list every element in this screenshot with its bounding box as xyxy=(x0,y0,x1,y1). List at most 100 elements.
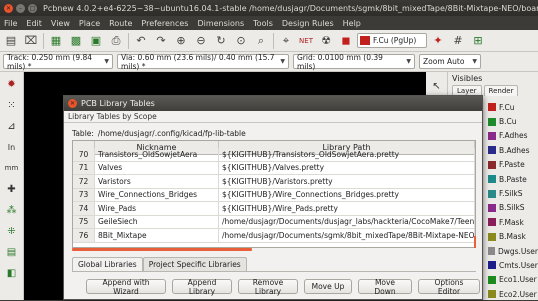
layer-color-swatch[interactable] xyxy=(488,247,495,256)
menu-preferences[interactable]: Preferences xyxy=(141,19,188,28)
table-row[interactable]: 71 Valves ${KIGITHUB}/Valves.pretty xyxy=(73,161,475,175)
row-number[interactable]: 73 xyxy=(73,188,95,201)
move-up-button[interactable]: Move Up xyxy=(304,279,352,294)
layer-pair-icon[interactable]: ◼ xyxy=(337,32,355,50)
tab-project-libraries[interactable]: Project Specific Libraries xyxy=(142,257,247,271)
nickname-cell[interactable]: 8Bit_Mixtape xyxy=(95,229,219,242)
zoom-selection-icon[interactable]: ⌕ xyxy=(252,32,270,50)
nickname-cell[interactable]: Wire_Connections_Bridges xyxy=(95,188,219,201)
nickname-cell[interactable]: Wire_Pads xyxy=(95,202,219,215)
nickname-cell[interactable]: Valves xyxy=(95,161,219,174)
window-maximize-button[interactable]: □ xyxy=(28,3,37,13)
drc-off-icon[interactable]: ✹ xyxy=(3,76,21,92)
units-inch-icon[interactable]: In xyxy=(3,139,21,155)
layer-color-swatch[interactable] xyxy=(488,146,496,155)
append-with-wizard-button[interactable]: Append with Wizard xyxy=(86,278,166,296)
move-down-button[interactable]: Move Down xyxy=(358,278,412,296)
zoom-fit-icon[interactable]: ⊙ xyxy=(232,32,250,50)
library-path-cell[interactable]: ${KIGITHUB}/Varistors.pretty xyxy=(219,175,475,188)
drc-icon[interactable]: ☢ xyxy=(317,32,335,50)
layer-color-swatch[interactable] xyxy=(488,160,496,169)
show-ratsnest-icon[interactable]: ⁂ xyxy=(3,202,21,218)
nickname-cell[interactable]: Transistors_OldSowjetAera xyxy=(95,148,219,161)
table-row[interactable]: 73 Wire_Connections_Bridges ${KIGITHUB}/Wi… xyxy=(73,188,475,202)
library-path-cell[interactable]: /home/dusjagr/Documents/dusjagr_labs/hac… xyxy=(219,215,475,228)
layer-color-swatch[interactable] xyxy=(488,203,496,212)
grid-icon[interactable]: # xyxy=(449,32,467,50)
show-zones-icon[interactable]: ◧ xyxy=(3,265,21,281)
via-size-select[interactable]: Via: 0.60 mm (23.6 mils)/ 0.40 mm (15.7 … xyxy=(117,53,289,71)
new-board-icon[interactable]: ▤ xyxy=(2,32,20,50)
layer-color-swatch[interactable] xyxy=(488,103,496,112)
layer-color-swatch[interactable] xyxy=(488,232,496,241)
menu-design-rules[interactable]: Design Rules xyxy=(282,19,334,28)
row-number[interactable]: 74 xyxy=(73,202,95,215)
microwave-icon[interactable]: ⊞ xyxy=(469,32,487,50)
library-grid[interactable]: Nickname Library Path 70 Transistors_OldS… xyxy=(72,140,476,248)
horizontal-scrollbar[interactable] xyxy=(72,248,252,251)
page-settings-icon[interactable]: ▩ xyxy=(67,32,85,50)
menu-dimensions[interactable]: Dimensions xyxy=(197,19,244,28)
table-row[interactable]: 70 Transistors_OldSowjetAera ${KIGITHUB}/T… xyxy=(73,148,475,162)
zoom-redraw-icon[interactable]: ↻ xyxy=(212,32,230,50)
zoom-in-icon[interactable]: ⊕ xyxy=(172,32,190,50)
menu-file[interactable]: File xyxy=(4,19,17,28)
layer-color-swatch[interactable] xyxy=(488,175,496,184)
library-path-cell[interactable]: ${KIGITHUB}/Valves.pretty xyxy=(219,161,475,174)
row-number[interactable]: 75 xyxy=(73,215,95,228)
undo-icon[interactable]: ↶ xyxy=(132,32,150,50)
autodelete-track-icon[interactable]: ▤ xyxy=(3,244,21,260)
layer-color-swatch[interactable] xyxy=(488,218,496,227)
row-number[interactable]: 71 xyxy=(73,161,95,174)
grid-toggle-icon[interactable]: ⁙ xyxy=(3,97,21,113)
redo-icon[interactable]: ↷ xyxy=(152,32,170,50)
library-browser-icon[interactable]: ⎙ xyxy=(107,32,125,50)
remove-library-button[interactable]: Remove Library xyxy=(238,278,298,296)
nickname-cell[interactable]: Varistors xyxy=(95,175,219,188)
menu-place[interactable]: Place xyxy=(79,19,100,28)
window-close-button[interactable]: ✕ xyxy=(4,3,13,13)
zoom-select[interactable]: Zoom Auto ▼ xyxy=(419,54,481,69)
window-minimize-button[interactable]: – xyxy=(16,3,25,13)
vertical-scrollbar[interactable] xyxy=(474,236,476,248)
table-row[interactable]: 74 Wire_Pads ${KIGITHUB}/Wire_Pads.pretty xyxy=(73,202,475,216)
library-path-cell[interactable]: ${KIGITHUB}/Transistors_OldSowjetAera.pr… xyxy=(219,148,475,161)
module-ratsnest-icon[interactable]: ⁜ xyxy=(3,223,21,239)
tab-render[interactable]: Render xyxy=(483,85,519,96)
select-cursor-icon[interactable]: ↖ xyxy=(428,78,446,94)
menu-view[interactable]: View xyxy=(51,19,70,28)
menu-edit[interactable]: Edit xyxy=(26,19,42,28)
layer-color-swatch[interactable] xyxy=(488,189,496,198)
layer-color-swatch[interactable] xyxy=(488,131,496,140)
save-icon[interactable]: ▦ xyxy=(47,32,65,50)
zoom-out-icon[interactable]: ⊖ xyxy=(192,32,210,50)
layer-color-swatch[interactable] xyxy=(488,261,496,270)
library-path-cell[interactable]: ${KIGITHUB}/Wire_Connections_Bridges.pre… xyxy=(219,188,475,201)
options-editor-button[interactable]: Options Editor xyxy=(418,278,480,296)
library-path-cell[interactable]: /home/dusjagr/Documents/sgmk/8bit_mixedT… xyxy=(219,229,475,242)
layer-select[interactable]: F.Cu (PgUp) xyxy=(357,33,427,48)
netlist-icon[interactable]: NET xyxy=(297,32,315,50)
track-width-select[interactable]: Track: 0.250 mm (9.84 mils) * ▼ xyxy=(3,53,113,71)
open-icon[interactable]: ⌧ xyxy=(22,32,40,50)
row-number[interactable]: 70 xyxy=(73,148,95,161)
row-number[interactable]: 76 xyxy=(73,229,95,242)
menu-help[interactable]: Help xyxy=(343,19,361,28)
module-editor-icon[interactable]: ▣ xyxy=(87,32,105,50)
units-mm-icon[interactable]: mm xyxy=(3,160,21,176)
nickname-cell[interactable]: GeileSiech xyxy=(95,215,219,228)
table-row[interactable]: 72 Varistors ${KIGITHUB}/Varistors.pretty xyxy=(73,175,475,189)
table-row[interactable]: 75 GeileSiech/home/dusjagr/Documents/dusj… xyxy=(73,215,475,229)
layer-color-swatch[interactable] xyxy=(488,290,496,299)
find-icon[interactable]: ⌖ xyxy=(277,32,295,50)
cursor-shape-icon[interactable]: ✚ xyxy=(3,181,21,197)
grid-select[interactable]: Grid: 0.0100 mm (0.39 mils) ▼ xyxy=(293,53,415,71)
dialog-close-button[interactable]: ✕ xyxy=(68,99,77,108)
menu-route[interactable]: Route xyxy=(109,19,132,28)
polar-coords-icon[interactable]: ⊿ xyxy=(3,118,21,134)
tab-global-libraries[interactable]: Global Libraries xyxy=(72,257,143,271)
row-number[interactable]: 72 xyxy=(73,175,95,188)
table-row[interactable]: 76 8Bit_Mixtape/home/dusjagr/Documents/sg… xyxy=(73,229,475,243)
layer-color-swatch[interactable] xyxy=(488,117,496,126)
append-library-button[interactable]: Append Library xyxy=(172,278,232,296)
